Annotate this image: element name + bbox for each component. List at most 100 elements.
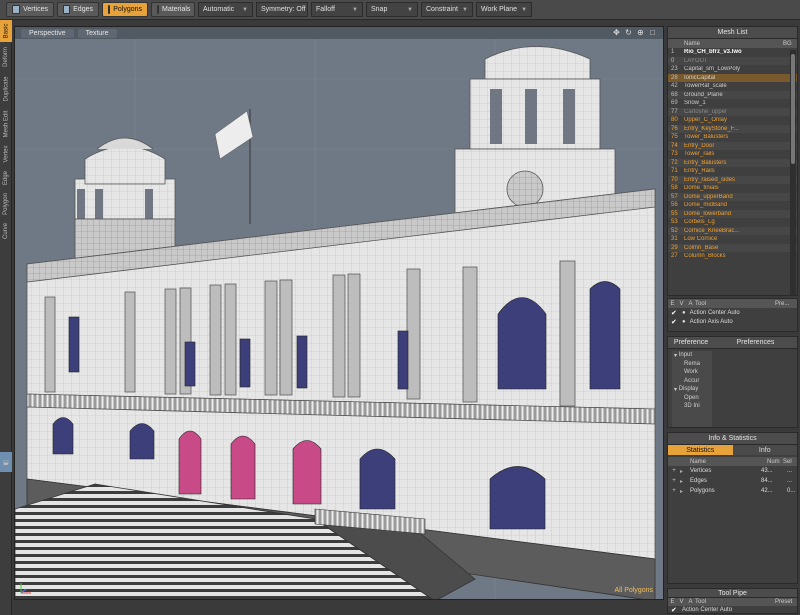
- pref-item-input[interactable]: ▾ Input: [672, 351, 712, 360]
- mesh-list-item[interactable]: 72 Entry_Balusters: [668, 158, 797, 167]
- layout-switch-icon[interactable]: ◧: [0, 452, 12, 472]
- tab-statistics[interactable]: Statistics: [668, 445, 733, 455]
- mesh-item-index: 53: [671, 219, 678, 226]
- stat-row-vertices[interactable]: + ▸ Vertices 43... ...: [668, 466, 797, 476]
- symmetry-dropdown[interactable]: Symmetry: Off▼: [256, 2, 316, 17]
- mesh-item-name: Entry_Balusters: [684, 159, 727, 166]
- tab-basic[interactable]: Basic: [0, 20, 12, 42]
- mesh-list-item[interactable]: 80 Upper_C_Onlay: [668, 116, 797, 125]
- snap-dropdown[interactable]: Snap ▼: [366, 2, 418, 17]
- pref-item-work[interactable]: Work: [672, 368, 712, 377]
- action-center-dropdown[interactable]: Automatic ▼: [198, 2, 253, 17]
- tab-vertex[interactable]: Vertex: [0, 142, 12, 166]
- chevron-down-icon: ▼: [407, 6, 413, 13]
- pref-item-opengl[interactable]: Open: [672, 394, 712, 403]
- tab-deform[interactable]: Deform: [0, 44, 12, 70]
- stat-row-edges[interactable]: + ▸ Edges 84... ...: [668, 476, 797, 486]
- left-tower: [74, 137, 176, 260]
- plus-icon[interactable]: +: [668, 468, 680, 474]
- mesh-list-item[interactable]: 77 Cartoshe_upper: [668, 107, 797, 116]
- checkmark-icon[interactable]: ✔: [671, 309, 678, 317]
- 3d-viewport[interactable]: Perspective Texture ✥ ↻ ⊕ □ All Polygons: [14, 26, 664, 600]
- tool-panel-header: E V A Tool Pre...: [668, 299, 797, 308]
- materials-mode-button[interactable]: Materials: [151, 2, 195, 17]
- checkmark-icon[interactable]: ✔: [671, 318, 678, 326]
- pref-item-display[interactable]: ▾ Display: [672, 385, 712, 394]
- tool-pipe-header: E V A Tool Preset: [668, 598, 797, 606]
- tool-row-action-axis[interactable]: ✔ ● Action Axis Auto: [668, 317, 797, 326]
- tab-curve[interactable]: Curve: [0, 220, 12, 242]
- viewport-tab-perspective[interactable]: Perspective: [21, 28, 74, 38]
- mesh-list-item[interactable]: 42 TowerRaf_scale: [668, 82, 797, 91]
- mesh-item-name: Dome_lowerband: [684, 210, 732, 217]
- plus-icon[interactable]: +: [668, 488, 680, 494]
- triangle-right-icon[interactable]: ▸: [680, 468, 690, 475]
- mesh-list-scrollbar[interactable]: [790, 50, 796, 295]
- mesh-list-item[interactable]: 74 Entry_Door: [668, 141, 797, 150]
- tab-polygon[interactable]: Polygon: [0, 190, 12, 218]
- rotate-icon[interactable]: ↻: [624, 28, 633, 37]
- move-icon[interactable]: ✥: [612, 28, 621, 37]
- falloff-dropdown[interactable]: Falloff ▼: [311, 2, 363, 17]
- tool-row-action-center[interactable]: ✔ ● Action Center Auto: [668, 308, 797, 317]
- pref-item-3d-input[interactable]: 3D Ini: [672, 402, 712, 411]
- maximize-icon[interactable]: □: [648, 28, 657, 37]
- work-plane-dropdown[interactable]: Work Plane ▼: [476, 2, 532, 17]
- checkmark-icon[interactable]: ✔: [671, 606, 678, 614]
- tab-edge[interactable]: Edge: [0, 168, 12, 188]
- tab-info[interactable]: Info: [732, 445, 797, 455]
- pref-item-accuracy[interactable]: Accur: [672, 377, 712, 386]
- mesh-list-item[interactable]: 0 LAYOUT: [668, 56, 797, 65]
- mesh-list-item[interactable]: 31 Low Cornice: [668, 235, 797, 244]
- stat-row-polygons[interactable]: + ▸ Polygons 42... 0...: [668, 486, 797, 496]
- mesh-list-item[interactable]: 70 Entry_raised_sides: [668, 175, 797, 184]
- mesh-item-name: Corbels_Lg: [684, 219, 715, 226]
- mesh-list-item[interactable]: 52 Cornice_KneeBrac...: [668, 226, 797, 235]
- triangle-right-icon[interactable]: ▸: [680, 478, 690, 485]
- mesh-list-item[interactable]: 28 IonicCapital: [668, 73, 797, 82]
- triangle-right-icon[interactable]: ▸: [680, 488, 690, 495]
- mesh-item-name: Cartoshe_upper: [684, 108, 728, 115]
- mesh-item-index: 74: [671, 142, 678, 149]
- polygons-mode-button[interactable]: Polygons: [102, 2, 148, 17]
- tab-mesh-edit[interactable]: Mesh Edit: [0, 108, 12, 140]
- mesh-list-item[interactable]: 29 Colmn_Base: [668, 243, 797, 252]
- edges-icon: [63, 5, 71, 14]
- edges-mode-button[interactable]: Edges: [57, 2, 99, 17]
- mesh-list-item[interactable]: 76 Entry_KeyStone_F...: [668, 124, 797, 133]
- mesh-list-item[interactable]: 27 Column_Blocks: [668, 252, 797, 261]
- constraint-dropdown[interactable]: Constraint ▼: [421, 2, 473, 17]
- mesh-list-item[interactable]: 53 Corbels_Lg: [668, 218, 797, 227]
- zoom-icon[interactable]: ⊕: [636, 28, 645, 37]
- mesh-list-item[interactable]: 1 Rio_CH_bfrz_v3.lwo: [668, 48, 797, 57]
- info-statistics-panel: Info & Statistics Statistics Info Name N…: [667, 432, 798, 584]
- chevron-down-icon: ▼: [462, 6, 468, 13]
- mesh-list-item[interactable]: 58 Dome_finials: [668, 184, 797, 193]
- mesh-list-item[interactable]: 71 Entry_Rails: [668, 167, 797, 176]
- mesh-item-name: IonicCapital: [684, 74, 716, 81]
- viewport-tab-texture[interactable]: Texture: [77, 28, 117, 38]
- mesh-list-item[interactable]: 55 Dome_lowerband: [668, 209, 797, 218]
- tool-pipe-row[interactable]: ✔ Action Center Auto: [668, 606, 797, 614]
- tab-duplicate[interactable]: Duplicate: [0, 72, 12, 106]
- scrollbar-thumb[interactable]: [791, 54, 795, 164]
- mesh-item-index: 57: [671, 193, 678, 200]
- mesh-list-item[interactable]: 56 Dome_midBand: [668, 201, 797, 210]
- mesh-list-item[interactable]: 68 Ground_Plane: [668, 90, 797, 99]
- pref-item-remap[interactable]: Rema: [672, 360, 712, 369]
- mesh-list-item[interactable]: 73 Tower_rails: [668, 150, 797, 159]
- mesh-list-item[interactable]: 23 Capital_sm_LowPoly: [668, 65, 797, 74]
- mesh-item-name: Capital_sm_LowPoly: [684, 66, 741, 73]
- mesh-item-index: 80: [671, 117, 678, 124]
- plus-icon[interactable]: +: [668, 478, 680, 484]
- mesh-list-item[interactable]: 57 Dome_upperBand: [668, 192, 797, 201]
- mesh-item-name: Rio_CH_bfrz_v3.lwo: [684, 49, 742, 56]
- building-model-render[interactable]: [15, 39, 664, 600]
- mesh-list-item[interactable]: 69 Snow_1: [668, 99, 797, 108]
- vertices-mode-button[interactable]: Vertices: [6, 2, 54, 17]
- mesh-item-name: Dome_upperBand: [684, 193, 733, 200]
- mesh-item-name: Tower_rails: [684, 151, 715, 158]
- mesh-item-name: Low Cornice: [684, 236, 718, 243]
- mesh-list-item[interactable]: 75 Tower_Balusters: [668, 133, 797, 142]
- mesh-item-index: 70: [671, 176, 678, 183]
